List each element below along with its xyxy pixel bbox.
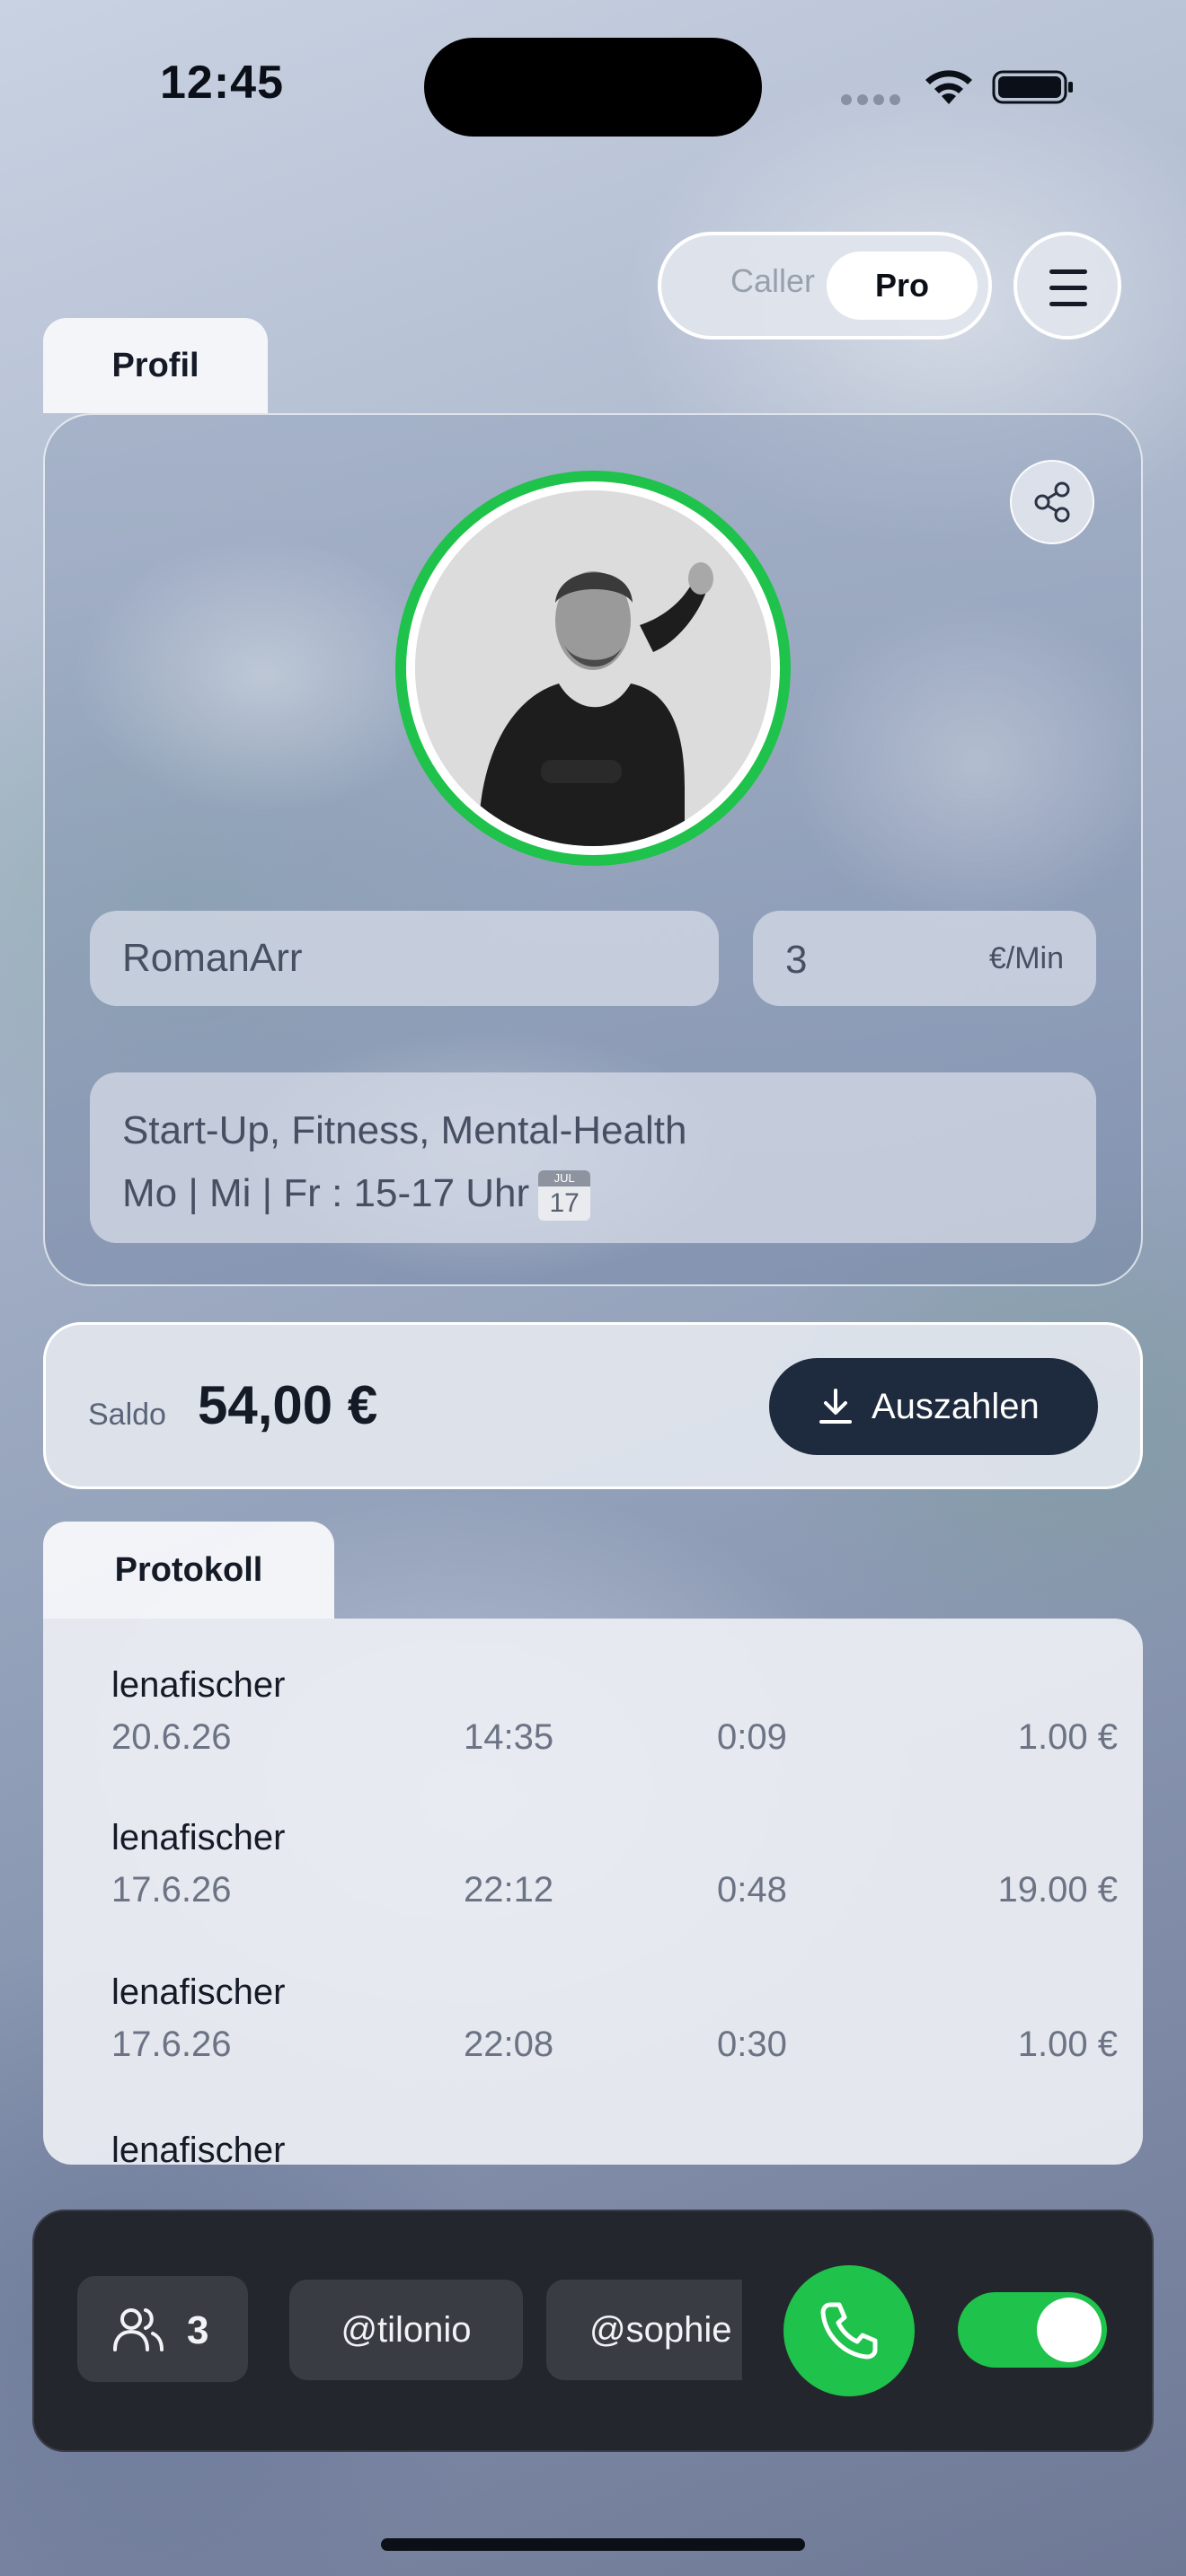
row-amount: 1.00 € (1017, 2025, 1118, 2064)
payout-button[interactable]: Auszahlen (769, 1358, 1098, 1455)
row-user: lenafischer (111, 1972, 286, 2012)
protocol-row[interactable]: lenafischer 17.6.26 22:12 0:48 19.00 € (111, 1818, 1118, 1971)
battery-icon (992, 70, 1075, 104)
menu-button[interactable] (1013, 232, 1121, 340)
avatar-photo (415, 490, 771, 846)
protocol-row[interactable]: lenafischer 17.6.26 22:08 0:30 1.00 € (111, 1972, 1118, 2125)
row-amount: 19.00 € (997, 1870, 1118, 1910)
row-date: 20.6.26 (111, 1717, 232, 1757)
row-duration: 0:48 (717, 1870, 787, 1910)
row-user: lenafischer (111, 2130, 286, 2165)
share-icon (1034, 481, 1070, 523)
download-icon (819, 1389, 852, 1424)
status-time: 12:45 (160, 57, 284, 109)
tab-protokoll[interactable]: Protokoll (43, 1522, 334, 1619)
toggle-knob (1037, 2298, 1102, 2362)
contact-chip-tilonio[interactable]: @tilonio (289, 2280, 523, 2380)
phone-icon (820, 2302, 878, 2360)
contact-chip-sophie[interactable]: @sophie (546, 2280, 742, 2380)
people-count: 3 (187, 2308, 209, 2352)
home-indicator (381, 2538, 805, 2551)
protocol-row[interactable]: lenafischer (111, 2130, 1118, 2165)
mode-pro-option[interactable]: Pro (827, 251, 978, 320)
mode-caller-option[interactable]: Caller (701, 262, 845, 300)
row-date: 17.6.26 (111, 1870, 232, 1910)
share-button[interactable] (1010, 460, 1094, 544)
dynamic-island (424, 38, 762, 137)
mode-toggle[interactable]: Caller Pro (658, 232, 992, 340)
row-duration: 0:09 (717, 1717, 787, 1757)
protocol-list: lenafischer 20.6.26 14:35 0:09 1.00 € le… (43, 1619, 1143, 2165)
row-duration: 0:30 (717, 2025, 787, 2064)
calendar-icon: JUL 17 (538, 1170, 591, 1222)
row-time: 22:12 (464, 1870, 554, 1910)
row-time: 22:08 (464, 2025, 554, 2064)
protocol-row[interactable]: lenafischer 20.6.26 14:35 0:09 1.00 € (111, 1665, 1118, 1818)
users-icon (113, 2308, 164, 2351)
tab-profil[interactable]: Profil (43, 318, 268, 413)
row-user: lenafischer (111, 1818, 286, 1857)
username-field[interactable]: RomanArr (90, 911, 719, 1006)
balance-label: Saldo (88, 1398, 166, 1432)
call-button[interactable] (783, 2265, 915, 2396)
row-time: 14:35 (464, 1717, 554, 1757)
signal-dots-icon (841, 93, 915, 105)
rate-unit: €/Min (988, 941, 1064, 975)
bio-line-2: Mo | Mi | Fr : 15-17 Uhr (122, 1171, 530, 1215)
wifi-icon (922, 63, 976, 108)
rate-value: 3 (785, 938, 808, 982)
avatar[interactable] (395, 471, 791, 866)
row-user: lenafischer (111, 1665, 286, 1705)
payout-label: Auszahlen (872, 1387, 1040, 1426)
people-count-chip[interactable]: 3 (77, 2276, 248, 2382)
bio-field[interactable]: Start-Up, Fitness, Mental-Health Mo | Mi… (90, 1072, 1096, 1243)
row-date: 17.6.26 (111, 2025, 232, 2064)
rate-field[interactable]: 3 €/Min (753, 911, 1096, 1006)
bio-line-1: Start-Up, Fitness, Mental-Health (122, 1108, 687, 1152)
balance-value: 54,00 € (198, 1375, 378, 1435)
availability-toggle[interactable] (958, 2292, 1107, 2368)
row-amount: 1.00 € (1017, 1717, 1118, 1757)
